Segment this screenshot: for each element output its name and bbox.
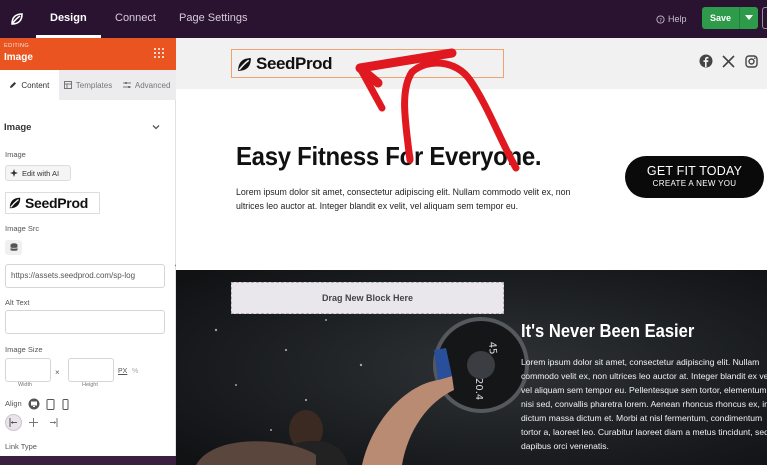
section-title[interactable]: It's Never Been Easier	[521, 321, 694, 342]
image-label: Image	[5, 150, 26, 159]
image-preview[interactable]: SeedProd	[5, 192, 100, 214]
selected-block-outline[interactable]	[231, 49, 504, 78]
height-caption: Height	[82, 382, 98, 388]
database-icon	[9, 243, 18, 251]
align-label: Align	[5, 399, 22, 408]
align-right-icon	[50, 418, 58, 427]
template-icon	[63, 81, 72, 89]
image-preview-logo-text: SeedProd	[25, 195, 88, 211]
image-src-label: Image Src	[5, 224, 40, 233]
instagram-icon[interactable]	[744, 54, 758, 68]
tab-templates[interactable]: Templates	[59, 70, 118, 100]
align-center-button[interactable]	[25, 414, 42, 431]
editing-header: EDITING Image	[0, 38, 176, 70]
tablet-device-icon[interactable]	[44, 398, 56, 410]
chevron-down-icon[interactable]	[151, 122, 161, 132]
tab-advanced[interactable]: Advanced	[117, 70, 176, 100]
get-fit-today-button[interactable]: GET FIT TODAY CREATE A NEW YOU	[625, 156, 764, 198]
align-center-icon	[29, 418, 38, 427]
grid-dots-icon[interactable]	[153, 47, 165, 59]
help-label: Help	[668, 14, 687, 24]
image-section-title[interactable]: Image	[4, 122, 168, 133]
sidebar-tabs: Content Templates Advanced	[0, 70, 176, 100]
alt-text-input[interactable]	[5, 310, 165, 334]
x-icon[interactable]	[721, 54, 735, 68]
hero-text[interactable]: Lorem ipsum dolor sit amet, consectetur …	[236, 185, 586, 213]
save-options-button[interactable]	[739, 7, 758, 29]
height-input[interactable]	[68, 358, 114, 382]
tab-content[interactable]: Content	[0, 70, 59, 100]
link-type-label: Link Type	[5, 442, 37, 451]
tab-design[interactable]: Design	[36, 0, 101, 38]
desktop-device-icon[interactable]	[28, 398, 40, 410]
align-right-button[interactable]	[45, 414, 62, 431]
size-separator: ×	[55, 368, 60, 377]
tab-connect[interactable]: Connect	[115, 0, 156, 38]
plate-number-20-4: 20.4	[473, 378, 484, 400]
facebook-icon[interactable]	[699, 54, 713, 68]
svg-text:?: ?	[659, 17, 662, 23]
cta-title: GET FIT TODAY	[646, 164, 743, 178]
help-icon: ?	[656, 14, 665, 23]
editing-label: EDITING	[4, 43, 30, 49]
image-src-input[interactable]: https://assets.seedprod.com/sp-log	[5, 264, 165, 288]
unit-percent[interactable]: %	[132, 368, 138, 375]
help-link[interactable]: ? Help	[656, 0, 687, 38]
cta-subtitle: CREATE A NEW YOU	[652, 179, 737, 188]
settings-sidebar: EDITING Image Content Templates Advanced…	[0, 38, 176, 465]
save-button[interactable]: Save	[702, 7, 739, 29]
editing-title: Image	[4, 52, 33, 63]
width-input[interactable]	[5, 358, 51, 382]
align-left-button[interactable]	[5, 414, 22, 431]
unit-px[interactable]: PX	[118, 368, 127, 375]
top-toolbar: Design Connect Page Settings ? Help Save	[0, 0, 767, 38]
seedprod-leaf-icon	[9, 197, 21, 209]
width-caption: Width	[18, 382, 33, 388]
drag-block-drop-zone[interactable]: Drag New Block Here	[231, 282, 504, 314]
alt-text-label: Alt Text	[5, 298, 30, 307]
edit-with-ai-button[interactable]: Edit with AI	[5, 165, 71, 181]
pencil-icon	[10, 82, 17, 88]
tab-templates-label: Templates	[75, 80, 113, 90]
sparkle-icon	[10, 169, 18, 177]
image-size-label: Image Size	[5, 345, 43, 354]
tab-page-settings[interactable]: Page Settings	[179, 0, 248, 38]
save-button-group: Save	[702, 7, 758, 29]
plate-number-45: 45	[486, 341, 498, 355]
caret-down-icon	[745, 15, 753, 20]
tab-advanced-label: Advanced	[134, 80, 171, 90]
mobile-device-icon[interactable]	[59, 398, 71, 410]
tab-content-label: Content	[21, 80, 50, 90]
preview-button[interactable]	[762, 7, 767, 29]
align-left-icon	[9, 418, 17, 427]
section-text[interactable]: Lorem ipsum dolor sit amet, consectetur …	[521, 355, 767, 453]
sidebar-footer-bar	[0, 456, 176, 465]
edit-with-ai-label: Edit with AI	[22, 168, 60, 178]
sliders-icon	[122, 82, 131, 88]
seedprod-logo-icon[interactable]	[0, 0, 33, 38]
hero-title[interactable]: Easy Fitness For Everyone.	[236, 141, 542, 172]
dynamic-data-button[interactable]	[5, 240, 22, 255]
